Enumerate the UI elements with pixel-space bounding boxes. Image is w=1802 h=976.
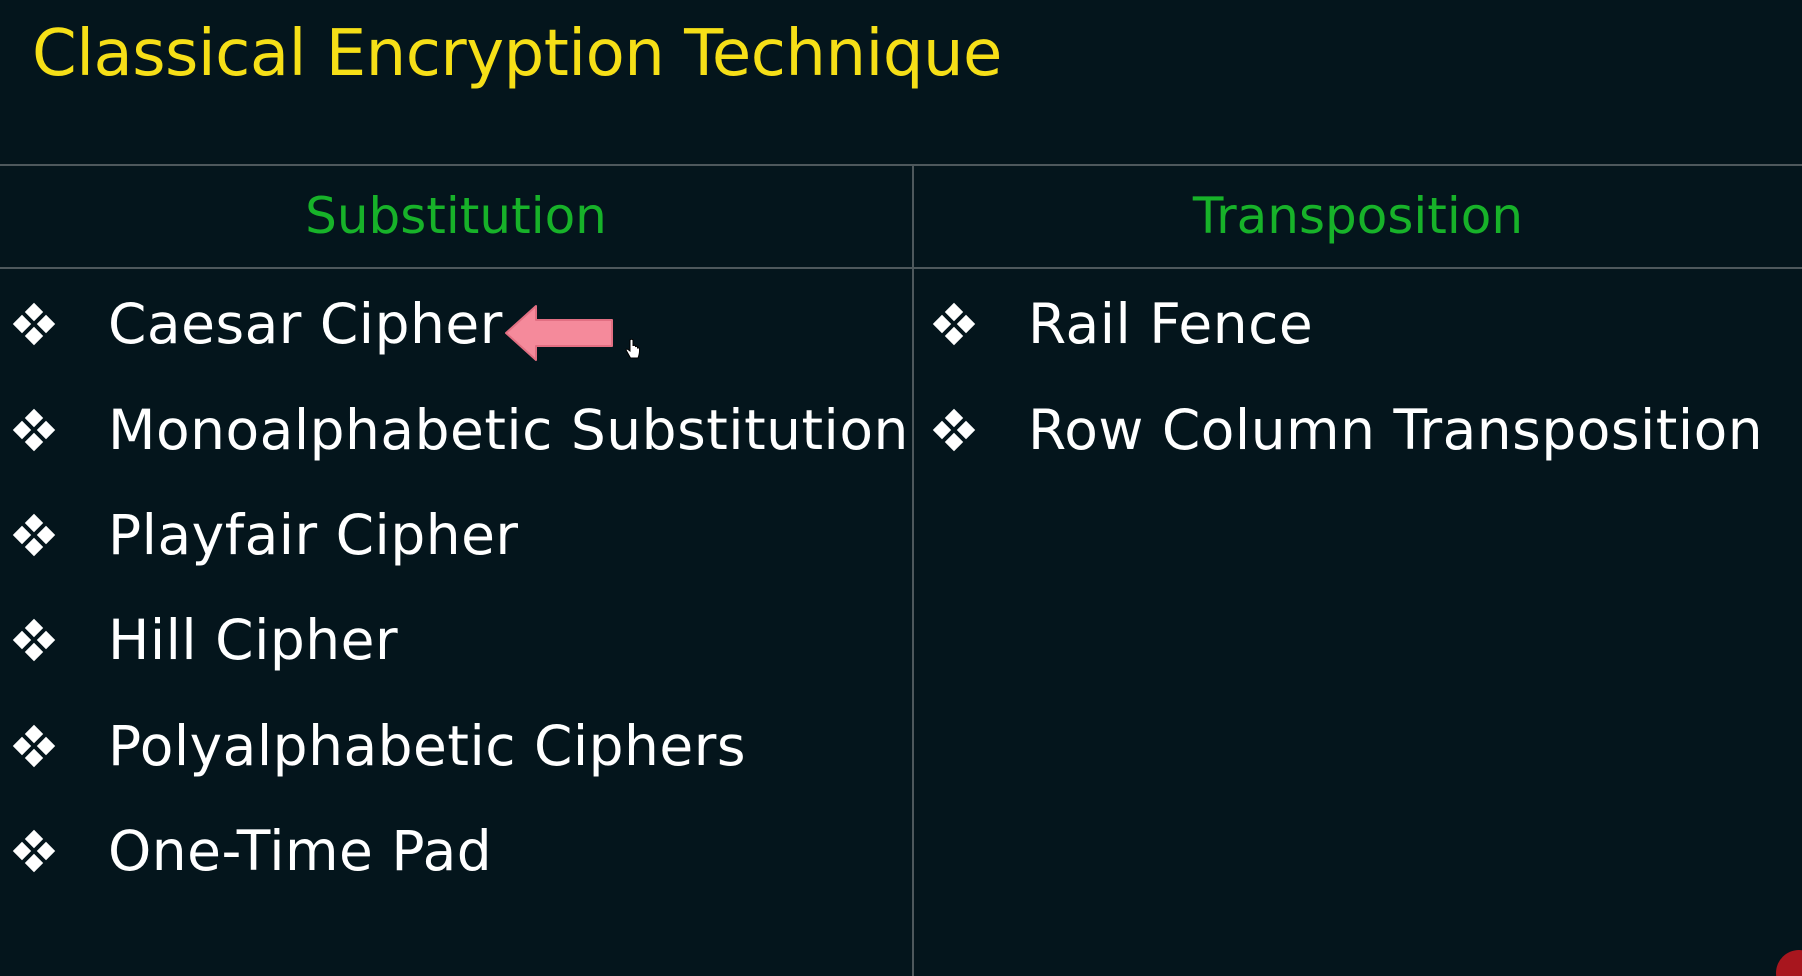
list-item-label: One-Time Pad: [108, 819, 493, 883]
diamond-bullet-icon: [932, 302, 976, 346]
list-item-label: Hill Cipher: [108, 608, 399, 672]
column-heading-transposition: Transposition: [1192, 187, 1524, 245]
left-arrow-icon: [505, 305, 613, 361]
slide: Classical Encryption Technique Substitut…: [0, 0, 1802, 976]
list-item-label: Playfair Cipher: [108, 503, 519, 567]
list-item: Polyalphabetic Ciphers: [12, 706, 746, 786]
list-item-label: Polyalphabetic Ciphers: [108, 714, 747, 778]
list-item: Hill Cipher: [12, 600, 398, 680]
diamond-bullet-icon: [12, 829, 56, 873]
column-heading-substitution: Substitution: [305, 187, 607, 245]
list-item-label: Caesar Cipher: [108, 292, 503, 356]
diamond-bullet-icon: [12, 408, 56, 452]
slide-title: Classical Encryption Technique: [32, 17, 1002, 91]
header-divider: [0, 267, 1802, 269]
list-item: Caesar Cipher: [12, 284, 503, 364]
mouse-pointer-icon: [625, 338, 640, 359]
list-item: Monoalphabetic Substitution: [12, 390, 909, 470]
list-item-label: Row Column Transposition: [1028, 398, 1764, 462]
list-item: Rail Fence: [932, 284, 1313, 364]
list-item: Row Column Transposition: [932, 390, 1763, 470]
diamond-bullet-icon: [932, 408, 976, 452]
diamond-bullet-icon: [12, 618, 56, 662]
list-item-label: Rail Fence: [1028, 292, 1314, 356]
column-divider: [912, 164, 914, 976]
top-divider: [0, 164, 1802, 166]
list-item: Playfair Cipher: [12, 495, 519, 575]
diamond-bullet-icon: [12, 302, 56, 346]
diamond-bullet-icon: [12, 724, 56, 768]
corner-mark: [1776, 950, 1802, 976]
list-item: One-Time Pad: [12, 811, 492, 891]
list-item-label: Monoalphabetic Substitution: [108, 398, 909, 462]
diamond-bullet-icon: [12, 513, 56, 557]
